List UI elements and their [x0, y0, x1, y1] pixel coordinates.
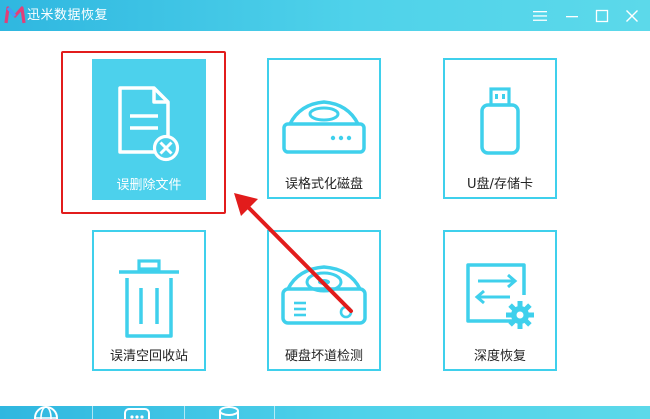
- chat-icon[interactable]: [123, 407, 151, 419]
- card-deleted-files[interactable]: 误删除文件: [92, 59, 206, 200]
- maximize-icon: [595, 9, 609, 22]
- card-label: 深度恢复: [473, 349, 526, 364]
- menu-button[interactable]: [524, 0, 556, 31]
- deep-recovery-icon: [466, 263, 534, 329]
- minimize-button[interactable]: [556, 0, 588, 31]
- close-button[interactable]: [616, 0, 648, 31]
- maximize-button[interactable]: [586, 0, 618, 31]
- card-formatted-disk[interactable]: 误格式化磁盘: [267, 58, 381, 199]
- hard-disk-icon: [282, 100, 366, 154]
- document-delete-icon: [118, 86, 180, 162]
- bottom-divider: [274, 406, 275, 419]
- app-title: 迅米数据恢复: [27, 8, 109, 23]
- globe-icon[interactable]: [33, 406, 59, 419]
- card-recycle-bin[interactable]: 误清空回收站: [92, 230, 206, 371]
- card-usb-storage[interactable]: U盘/存储卡: [443, 58, 557, 199]
- database-icon[interactable]: [217, 406, 241, 419]
- card-label: 硬盘坏道检测: [284, 349, 363, 364]
- disk-scan-icon: [281, 265, 367, 325]
- minimize-icon: [566, 15, 578, 17]
- bottom-divider: [92, 406, 93, 419]
- bottom-divider: [184, 406, 185, 419]
- close-icon: [626, 9, 638, 22]
- card-label: 误格式化磁盘: [284, 177, 363, 192]
- card-bad-sector-check[interactable]: 硬盘坏道检测: [267, 230, 381, 371]
- title-bar: 迅米数据恢复: [0, 0, 650, 31]
- recycle-bin-icon: [119, 259, 179, 338]
- menu-icon: [533, 10, 547, 21]
- card-label: U盘/存储卡: [467, 177, 533, 192]
- card-label: 误清空回收站: [109, 349, 188, 364]
- card-label: 误删除文件: [116, 178, 182, 193]
- bottom-toolbar: [0, 406, 650, 419]
- usb-drive-icon: [480, 87, 520, 155]
- card-deep-recovery[interactable]: 深度恢复: [443, 230, 557, 371]
- app-logo-icon: [4, 6, 26, 24]
